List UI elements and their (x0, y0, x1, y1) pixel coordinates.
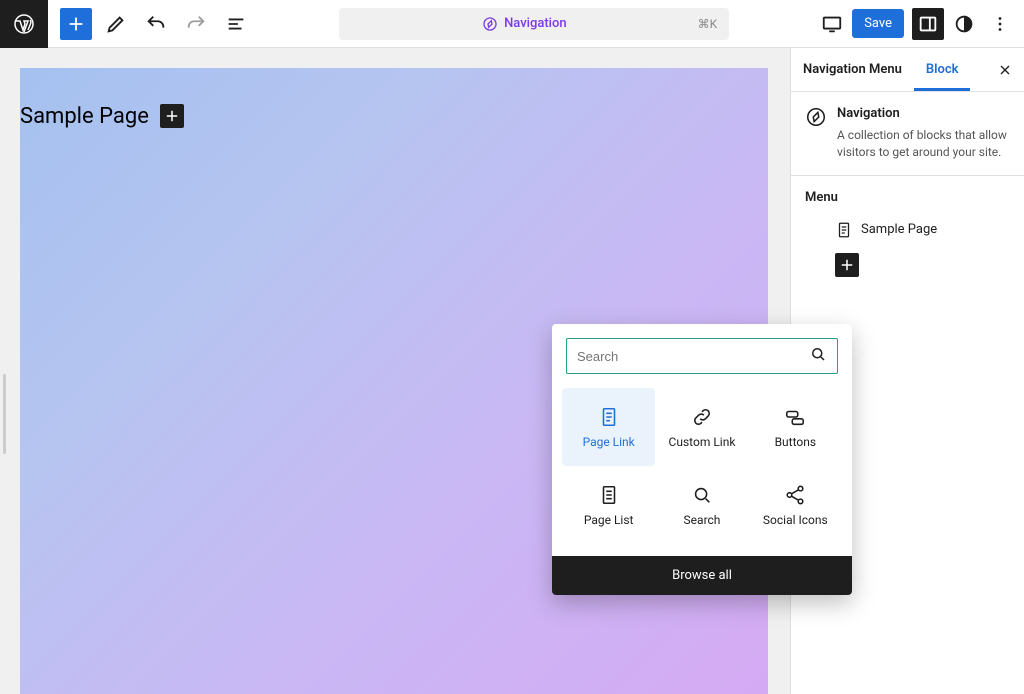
canvas-wrap: Sample Page Page Link (0, 48, 790, 694)
plus-icon (65, 13, 87, 35)
more-vertical-icon (989, 13, 1011, 35)
sidebar-menu-section: Menu Sample Page (791, 176, 1024, 291)
save-button[interactable]: Save (852, 9, 904, 38)
close-icon (997, 62, 1013, 78)
block-label: Custom Link (669, 435, 736, 449)
block-description: A collection of blocks that allow visito… (837, 127, 1010, 161)
page-icon (597, 405, 621, 429)
menu-item-label: Sample Page (861, 222, 937, 237)
view-button[interactable] (816, 8, 848, 40)
menu-heading: Menu (805, 190, 1010, 205)
settings-panel-toggle[interactable] (912, 8, 944, 40)
block-appender[interactable] (160, 104, 184, 128)
sidebar-tabs: Navigation Menu Block (791, 48, 1024, 92)
tools-button[interactable] (100, 8, 132, 40)
command-shortcut: ⌘K (698, 17, 718, 31)
search-icon (690, 483, 714, 507)
options-button[interactable] (984, 8, 1016, 40)
nav-link-sample-page[interactable]: Sample Page (20, 104, 149, 129)
undo-icon (145, 13, 167, 35)
page-list-icon (597, 483, 621, 507)
browse-all-button[interactable]: Browse all (552, 556, 852, 595)
wp-logo-button[interactable] (0, 0, 48, 48)
block-search[interactable]: Search (655, 466, 748, 544)
list-view-button[interactable] (220, 8, 252, 40)
block-label: Buttons (775, 435, 817, 449)
block-title: Navigation (837, 106, 1010, 121)
tab-template[interactable]: Navigation Menu (791, 48, 914, 91)
sidebar-block-header: Navigation A collection of blocks that a… (791, 92, 1024, 176)
block-page-list[interactable]: Page List (562, 466, 655, 544)
navigation-icon (805, 106, 827, 128)
desktop-icon (821, 13, 843, 35)
block-page-link[interactable]: Page Link (562, 388, 655, 466)
main-area: Sample Page Page Link (0, 48, 1024, 694)
wordpress-icon (12, 12, 36, 36)
scrollbar[interactable] (3, 374, 6, 454)
quick-inserter-popover: Page Link Custom Link Buttons Page List … (552, 324, 852, 595)
plus-icon (838, 256, 856, 274)
topbar-right: Save (816, 8, 1024, 40)
block-custom-link[interactable]: Custom Link (655, 388, 748, 466)
document-title: Navigation (504, 16, 567, 31)
redo-icon (185, 13, 207, 35)
block-label: Social Icons (763, 513, 828, 527)
sidebar-icon (917, 13, 939, 35)
styles-button[interactable] (948, 8, 980, 40)
menu-item-sample-page[interactable]: Sample Page (805, 215, 1010, 245)
block-label: Page Link (583, 435, 635, 449)
sidebar-close-button[interactable] (986, 62, 1024, 78)
link-icon (690, 405, 714, 429)
undo-button[interactable] (140, 8, 172, 40)
editor-topbar: Navigation ⌘K Save (0, 0, 1024, 48)
search-icon (809, 345, 827, 367)
inserter-search-field[interactable] (566, 338, 838, 374)
styles-icon (953, 13, 975, 35)
tab-block[interactable]: Block (914, 48, 971, 91)
inserter-search-wrap (552, 324, 852, 388)
block-buttons[interactable]: Buttons (749, 388, 842, 466)
block-label: Search (684, 513, 721, 527)
search-input[interactable] (577, 349, 809, 364)
block-inserter-button[interactable] (60, 8, 92, 40)
page-icon (835, 221, 853, 239)
inserter-grid: Page Link Custom Link Buttons Page List … (552, 388, 852, 556)
navigation-icon (482, 16, 498, 32)
menu-add-button[interactable] (835, 253, 859, 277)
document-bar[interactable]: Navigation ⌘K (339, 8, 729, 40)
pencil-icon (105, 13, 127, 35)
share-icon (783, 483, 807, 507)
block-social-icons[interactable]: Social Icons (749, 466, 842, 544)
redo-button[interactable] (180, 8, 212, 40)
plus-icon (163, 107, 181, 125)
list-view-icon (225, 13, 247, 35)
document-bar-wrap: Navigation ⌘K (252, 8, 816, 40)
block-label: Page List (584, 513, 634, 527)
buttons-icon (783, 405, 807, 429)
